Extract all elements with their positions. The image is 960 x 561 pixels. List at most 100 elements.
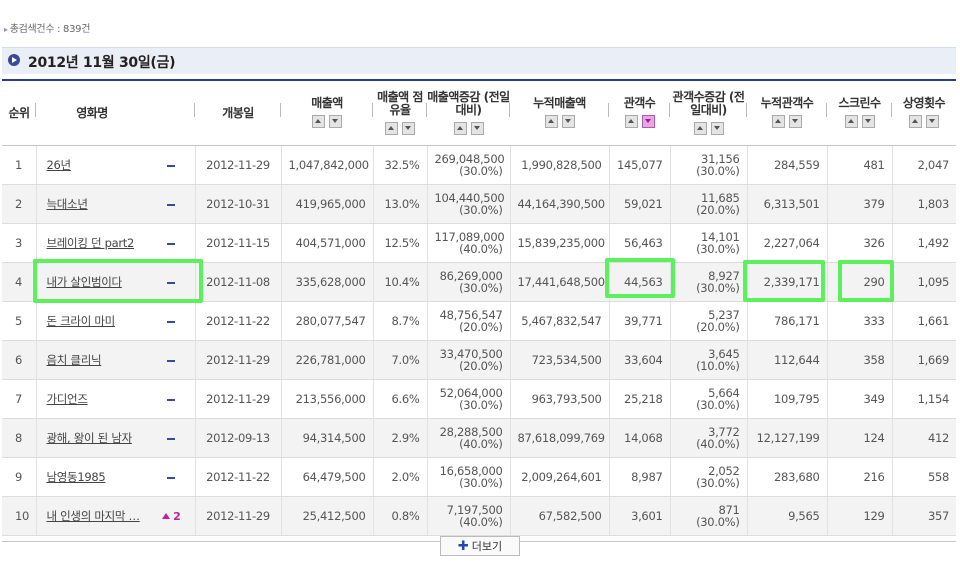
- open-date-cell: 2012-10-31: [195, 184, 282, 224]
- sort-descending-icon[interactable]: [329, 115, 342, 129]
- sort-buttons: [609, 115, 670, 129]
- audience-diff-percent: (30.0%): [696, 242, 740, 256]
- cumulative-sales-cell: 87,618,099,769: [510, 418, 610, 458]
- rank-change-cell: [148, 379, 196, 419]
- audience-cell: 3,601: [609, 496, 671, 536]
- movie-title-link[interactable]: 돈 크라이 마미: [47, 314, 116, 328]
- sort-descending-icon[interactable]: [926, 115, 939, 129]
- sales-cell: 94,314,500: [281, 418, 374, 458]
- sort-ascending-icon[interactable]: [453, 121, 467, 135]
- audience-diff-percent: (30.0%): [696, 164, 740, 178]
- sort-ascending-icon[interactable]: [844, 115, 858, 129]
- show-count-cell: 1,803: [892, 184, 956, 224]
- column-header-7: 누적매출액: [510, 79, 609, 146]
- sales-share-cell: 10.4%: [373, 262, 428, 302]
- movie-title-link[interactable]: 음치 클리닉: [47, 353, 102, 367]
- audience-cell: 56,463: [609, 223, 671, 263]
- audience-diff-cell: 14,101 (30.0%): [670, 223, 748, 263]
- sales-cell: 419,965,000: [281, 184, 374, 224]
- sales-cell: 404,571,000: [281, 223, 374, 263]
- rank-change-cell: [148, 184, 196, 224]
- audience-diff-percent: (30.0%): [696, 476, 740, 490]
- movie-title-cell: 26년: [36, 145, 148, 185]
- cumulative-audience-cell: 109,795: [747, 379, 828, 419]
- cumulative-audience-cell: 12,127,199: [747, 418, 828, 458]
- cumulative-sales-cell: 67,582,500: [510, 496, 610, 536]
- column-header-3: 개봉일: [195, 79, 281, 146]
- sales-share-cell: 2.0%: [373, 457, 428, 497]
- sort-descending-icon[interactable]: [710, 121, 724, 135]
- movie-title-link[interactable]: 광해, 왕이 된 남자: [47, 431, 133, 445]
- sales-cell: 280,077,547: [281, 301, 374, 341]
- movie-title-link[interactable]: 내가 살인범이다: [47, 275, 123, 289]
- movie-title-link[interactable]: 가디언즈: [47, 392, 88, 406]
- column-header-label: 매출액 점유율: [377, 89, 423, 117]
- sales-diff-percent: (40.0%): [459, 515, 503, 529]
- cumulative-audience-cell: 112,644: [747, 340, 828, 380]
- audience-diff-cell: 8,927 (30.0%): [670, 262, 748, 302]
- movie-title-link[interactable]: 내 인생의 마지막 …: [47, 509, 141, 523]
- audience-cell: 25,218: [609, 379, 671, 419]
- sales-cell: 226,781,000: [281, 340, 374, 380]
- sort-descending-icon[interactable]: [470, 121, 484, 135]
- sort-ascending-icon[interactable]: [624, 115, 638, 129]
- sort-descending-icon[interactable]: [641, 115, 655, 129]
- show-count-cell: 1,492: [892, 223, 956, 263]
- sort-descending-icon[interactable]: [561, 115, 575, 129]
- no-change-dash-icon: [167, 281, 176, 284]
- sort-ascending-icon[interactable]: [909, 115, 922, 129]
- audience-cell: 39,771: [609, 301, 671, 341]
- more-button-label: 더보기: [471, 540, 503, 553]
- sales-diff-percent: (30.0%): [459, 281, 503, 295]
- audience-diff-percent: (10.0%): [696, 359, 740, 373]
- column-header-1: 영화명: [36, 79, 148, 146]
- sort-ascending-icon[interactable]: [312, 115, 325, 129]
- movie-title-cell: 가디언즈: [36, 379, 148, 419]
- rank-change-cell: 2: [148, 496, 196, 536]
- rank-change-value: 2: [173, 510, 181, 523]
- date-bar: 2012년 11월 30일(금): [2, 47, 956, 74]
- rank-cell: 6: [2, 340, 37, 380]
- cumulative-sales-cell: 15,839,235,000: [510, 223, 610, 263]
- audience-cell: 33,604: [609, 340, 671, 380]
- sort-ascending-icon[interactable]: [772, 115, 785, 129]
- sort-ascending-icon[interactable]: [385, 121, 398, 135]
- cumulative-audience-cell: 283,680: [747, 457, 828, 497]
- movie-title-link[interactable]: 브레이킹 던 part2: [47, 236, 135, 250]
- sort-descending-icon[interactable]: [789, 115, 802, 129]
- screen-count-cell: 290: [827, 262, 893, 302]
- sort-descending-icon[interactable]: [861, 115, 875, 129]
- open-date-cell: 2012-11-15: [195, 223, 282, 263]
- table-row: 4 내가 살인범이다 2012-11-08 335,628,000 10.4% 86,26…: [2, 262, 956, 302]
- table-row: 5 돈 크라이 마미 2012-11-22 280,077,547 8.7% 48,756…: [2, 301, 956, 341]
- rank-cell: 3: [2, 223, 37, 263]
- movie-title-cell: 돈 크라이 마미: [36, 301, 148, 341]
- sales-diff-percent: (30.0%): [459, 164, 503, 178]
- screen-count-cell: 481: [827, 145, 893, 185]
- sales-diff-percent: (40.0%): [459, 242, 503, 256]
- column-header-label: 누적매출액: [533, 96, 586, 111]
- rank-change-cell: [148, 301, 196, 341]
- sort-buttons: [510, 115, 609, 129]
- sales-diff-cell: 7,197,500 (40.0%): [427, 496, 511, 536]
- cumulative-audience-cell: 2,339,171: [747, 262, 828, 302]
- sales-diff-cell: 52,064,000 (30.0%): [427, 379, 511, 419]
- column-header-label: 스크린수: [838, 96, 881, 111]
- cumulative-sales-cell: 1,990,828,500: [510, 145, 610, 185]
- movie-title-link[interactable]: 남영동1985: [47, 470, 106, 484]
- sales-diff-percent: (40.0%): [459, 437, 503, 451]
- rank-cell: 4: [2, 262, 37, 302]
- column-header-label: 개봉일: [222, 105, 254, 120]
- movie-title-link[interactable]: 늑대소년: [47, 197, 88, 211]
- sort-descending-icon[interactable]: [402, 121, 415, 135]
- sort-ascending-icon[interactable]: [544, 115, 558, 129]
- rank-rise: 2: [162, 510, 181, 523]
- column-header-10: 누적관객수: [747, 79, 827, 146]
- rank-cell: 1: [2, 145, 37, 185]
- more-button[interactable]: ✚ 더보기: [440, 536, 520, 556]
- cumulative-sales-cell: 963,793,500: [510, 379, 610, 419]
- audience-diff-cell: 3,645 (10.0%): [670, 340, 748, 380]
- table-row: 1 26년 2012-11-29 1,047,842,000 32.5% 269,048,…: [2, 145, 956, 185]
- movie-title-link[interactable]: 26년: [47, 158, 72, 172]
- sort-ascending-icon[interactable]: [693, 121, 707, 135]
